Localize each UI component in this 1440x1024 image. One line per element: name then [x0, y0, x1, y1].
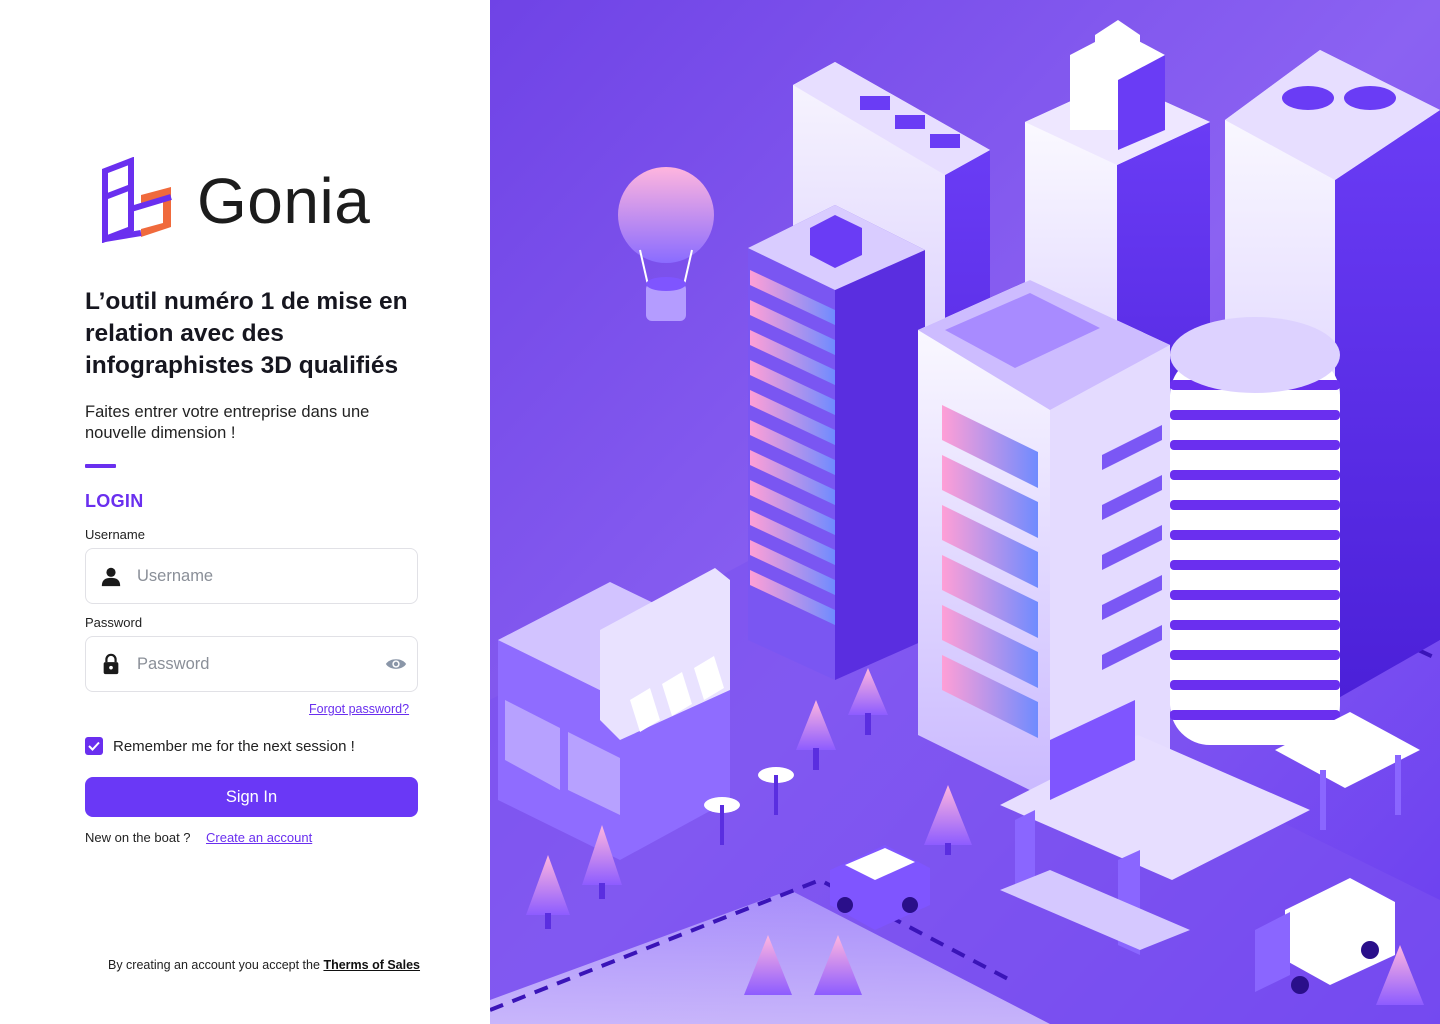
password-input[interactable]: [137, 637, 387, 691]
username-label: Username: [85, 527, 145, 542]
username-field[interactable]: [85, 548, 418, 604]
remember-me-label: Remember me for the next session !: [113, 737, 355, 755]
lock-icon: [103, 653, 119, 675]
user-icon: [101, 567, 121, 587]
remember-me[interactable]: Remember me for the next session !: [85, 737, 355, 755]
terms-of-sales-link[interactable]: Therms of Sales: [323, 958, 420, 972]
login-panel: Gonia L’outil numéro 1 de mise en relati…: [0, 0, 490, 1024]
gonia-logo-icon: [102, 157, 172, 243]
new-user-text: New on the boat ?: [85, 830, 191, 845]
eye-icon[interactable]: [385, 655, 407, 673]
hero-subheadline: Faites entrer votre entreprise dans une …: [85, 403, 370, 442]
sign-in-button[interactable]: Sign In: [85, 777, 418, 817]
create-account-link[interactable]: Create an account: [206, 830, 312, 845]
isometric-city-illustration: [490, 0, 1440, 1024]
brand-logo: Gonia: [97, 157, 370, 243]
accent-divider: [85, 464, 116, 468]
login-title: LOGIN: [85, 491, 144, 511]
footer-terms: By creating an account you accept the Th…: [108, 958, 420, 972]
username-input[interactable]: [137, 549, 387, 603]
brand-name: Gonia: [197, 165, 371, 237]
password-label: Password: [85, 615, 143, 630]
check-icon: [88, 741, 100, 751]
forgot-password-link[interactable]: Forgot password?: [309, 702, 409, 716]
remember-me-checkbox[interactable]: [85, 737, 103, 755]
city-illustration: [490, 0, 1440, 1024]
hero-headline: L’outil numéro 1 de mise en relation ave…: [85, 288, 408, 379]
footer-text: By creating an account you accept the: [108, 958, 320, 972]
password-field[interactable]: [85, 636, 418, 692]
